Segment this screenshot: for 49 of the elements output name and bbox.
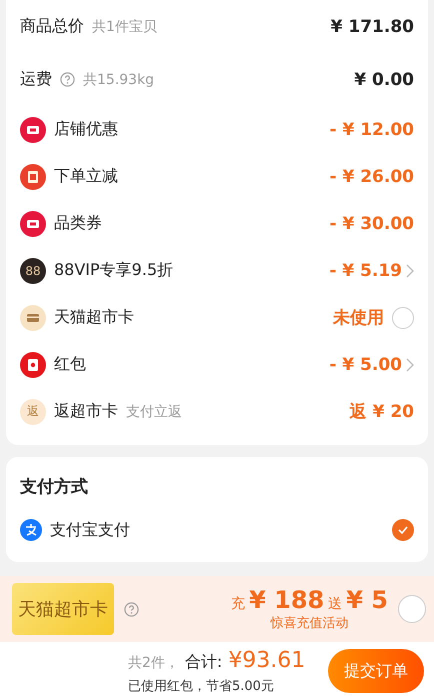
alipay-icon: [20, 519, 42, 541]
submit-order-button[interactable]: 提交订单: [328, 649, 424, 693]
row-value: - ¥ 30.00: [330, 214, 414, 234]
row-value: - ¥ 5.00: [329, 354, 402, 374]
gift-prefix: 送: [328, 595, 342, 613]
gift-amount: ¥ 5: [346, 586, 388, 614]
row-note: 共15.93kg: [83, 70, 154, 88]
row-label: 天猫超市卡: [54, 307, 134, 328]
card-icon: [20, 304, 46, 330]
item-count: 共2件，: [128, 654, 179, 672]
row-value: - ¥ 26.00: [330, 166, 414, 186]
radio-button[interactable]: [398, 595, 426, 623]
chevron-right-icon[interactable]: [406, 358, 414, 372]
row-value: 返 ¥ 20: [350, 401, 414, 423]
saving-note: 已使用红包，节省5.00元: [128, 678, 275, 694]
row-value: ¥ 0.00: [354, 70, 414, 90]
coupon-icon: [20, 164, 46, 190]
row-label: 商品总价: [20, 16, 84, 37]
row-label: 返超市卡: [54, 401, 118, 422]
ticket-icon: [20, 116, 46, 142]
help-icon[interactable]: [124, 602, 139, 616]
row-label: 下单立减: [54, 166, 118, 187]
total-amount: ¥93.61: [228, 648, 306, 672]
row-label: 88VIP专享9.5折: [54, 260, 174, 281]
card-label: 天猫超市卡: [12, 583, 114, 635]
row-label: 品类券: [54, 213, 102, 234]
row-value: - ¥ 12.00: [330, 120, 414, 140]
row-note: 支付立返: [126, 402, 182, 420]
row-label: 红包: [54, 354, 86, 375]
promo-subtitle: 惊喜充值活动: [270, 615, 349, 632]
total-label: 合计:: [184, 652, 222, 672]
row-label: 店铺优惠: [54, 119, 118, 140]
check-icon[interactable]: [392, 519, 414, 541]
row-value: ¥ 171.80: [330, 16, 414, 36]
row-note: 共1件宝贝: [92, 18, 157, 36]
radio-button[interactable]: [392, 306, 414, 328]
help-icon[interactable]: [60, 72, 75, 87]
rebate-icon: 返: [20, 398, 46, 424]
section-title: 支付方式: [20, 476, 89, 499]
charge-amount: ¥ 188: [249, 586, 324, 614]
charge-prefix: 充: [231, 595, 246, 613]
ticket-icon: [20, 210, 46, 236]
envelope-icon: [20, 352, 46, 378]
row-label: 运费: [20, 69, 52, 90]
row-value: - ¥ 5.19: [329, 260, 402, 280]
row-value: 未使用: [333, 307, 384, 329]
payment-method-label: 支付宝支付: [50, 520, 130, 540]
vip-badge-icon: 88: [20, 258, 46, 284]
chevron-right-icon[interactable]: [406, 264, 414, 278]
